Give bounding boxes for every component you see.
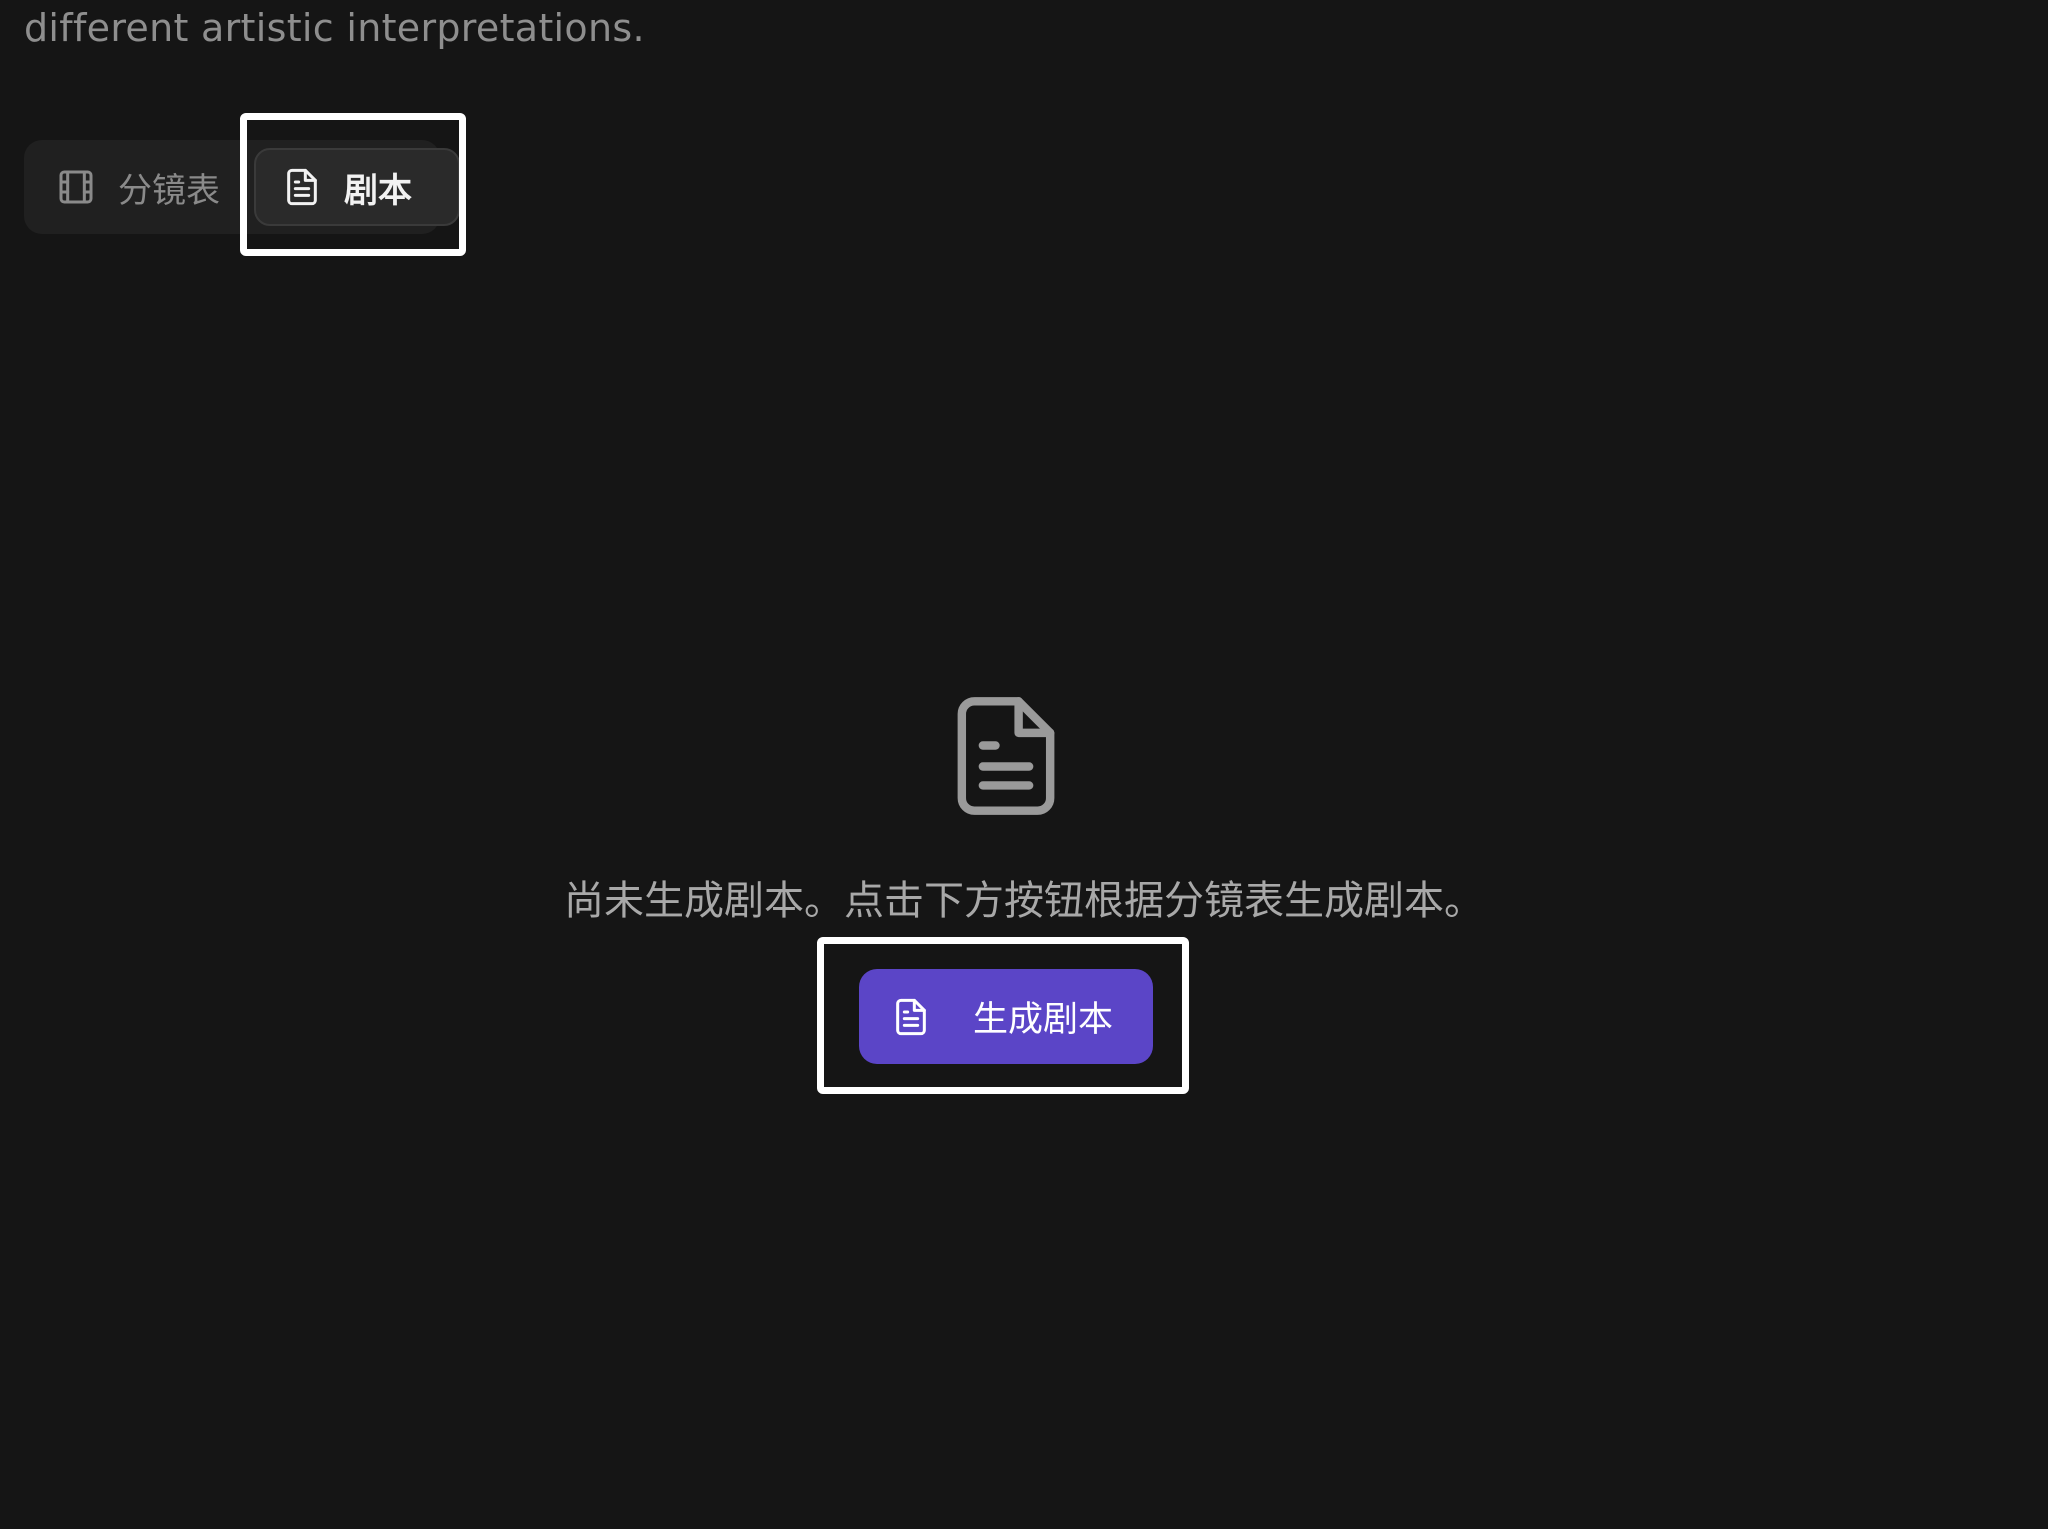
description-text: different artistic interpretations. xyxy=(24,6,645,50)
film-icon xyxy=(59,170,93,204)
document-icon xyxy=(896,998,926,1035)
empty-state-message: 尚未生成剧本。点击下方按钮根据分镜表生成剧本。 xyxy=(564,878,1484,924)
tab-script-label: 剧本 xyxy=(344,170,412,211)
generate-script-button[interactable]: 生成剧本 xyxy=(859,969,1153,1064)
tab-storyboard-label: 分镜表 xyxy=(118,170,220,211)
script-panel: different artistic interpretations. 分镜表 xyxy=(0,0,2048,1529)
document-icon xyxy=(287,168,317,206)
view-tabs: 分镜表 剧本 xyxy=(24,140,460,234)
tab-storyboard[interactable]: 分镜表 xyxy=(24,148,250,226)
tab-script[interactable]: 剧本 xyxy=(254,148,460,226)
document-icon xyxy=(957,697,1055,815)
generate-script-label: 生成剧本 xyxy=(973,1000,1114,1040)
